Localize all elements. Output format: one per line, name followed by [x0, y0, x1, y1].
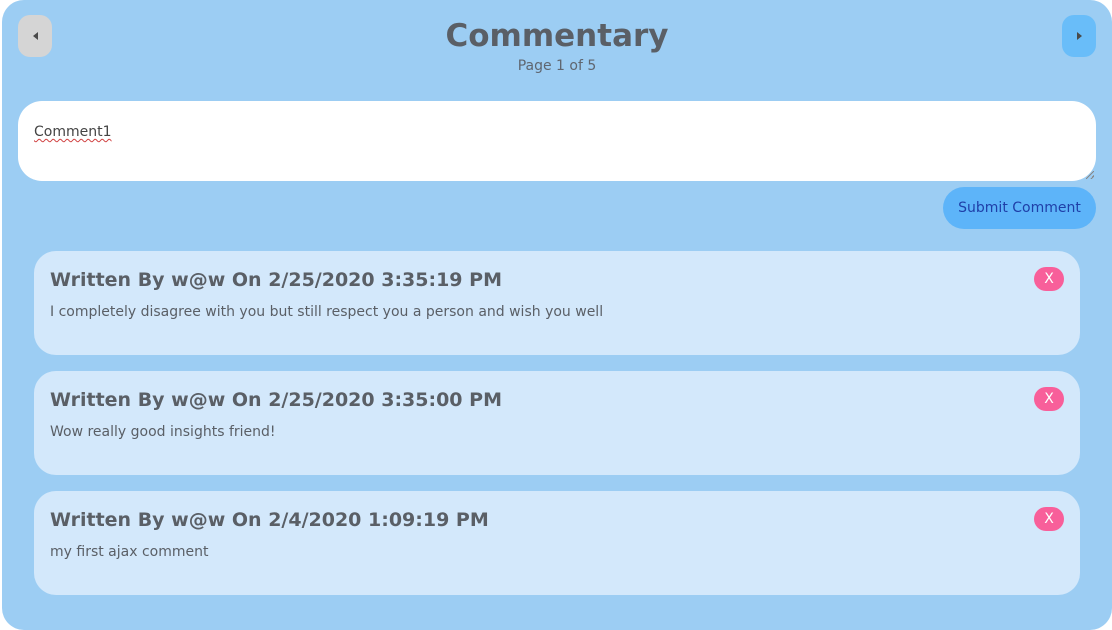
commentary-header: Commentary Page 1 of 5 — [2, 0, 1112, 90]
comment-card: Written By w@w On 2/4/2020 1:09:19 PM my… — [34, 491, 1080, 595]
comment-card: Written By w@w On 2/25/2020 3:35:00 PM W… — [34, 371, 1080, 475]
comment-text: Wow really good insights friend! — [50, 424, 276, 440]
commentary-panel: Commentary Page 1 of 5 Comment1 Submit C… — [2, 0, 1112, 630]
delete-comment-button[interactable]: X — [1034, 507, 1064, 531]
comment-header: Written By w@w On 2/25/2020 3:35:00 PM — [50, 389, 502, 411]
comment-text: I completely disagree with you but still… — [50, 304, 604, 320]
page-indicator: Page 1 of 5 — [517, 58, 597, 74]
comment-header: Written By w@w On 2/25/2020 3:35:19 PM — [50, 269, 502, 291]
comment-input-value: Comment1 — [34, 124, 112, 140]
resize-grip-icon[interactable] — [1086, 171, 1094, 179]
comment-header: Written By w@w On 2/4/2020 1:09:19 PM — [50, 509, 489, 531]
comment-card: Written By w@w On 2/25/2020 3:35:19 PM I… — [34, 251, 1080, 355]
chevron-right-icon — [1076, 32, 1082, 40]
delete-comment-button[interactable]: X — [1034, 387, 1064, 411]
page-title: Commentary — [445, 18, 669, 54]
next-page-button[interactable] — [1062, 15, 1096, 57]
comment-text: my first ajax comment — [50, 544, 209, 560]
delete-comment-button[interactable]: X — [1034, 267, 1064, 291]
submit-comment-button[interactable]: Submit Comment — [943, 187, 1096, 229]
comment-input[interactable]: Comment1 — [18, 101, 1096, 181]
